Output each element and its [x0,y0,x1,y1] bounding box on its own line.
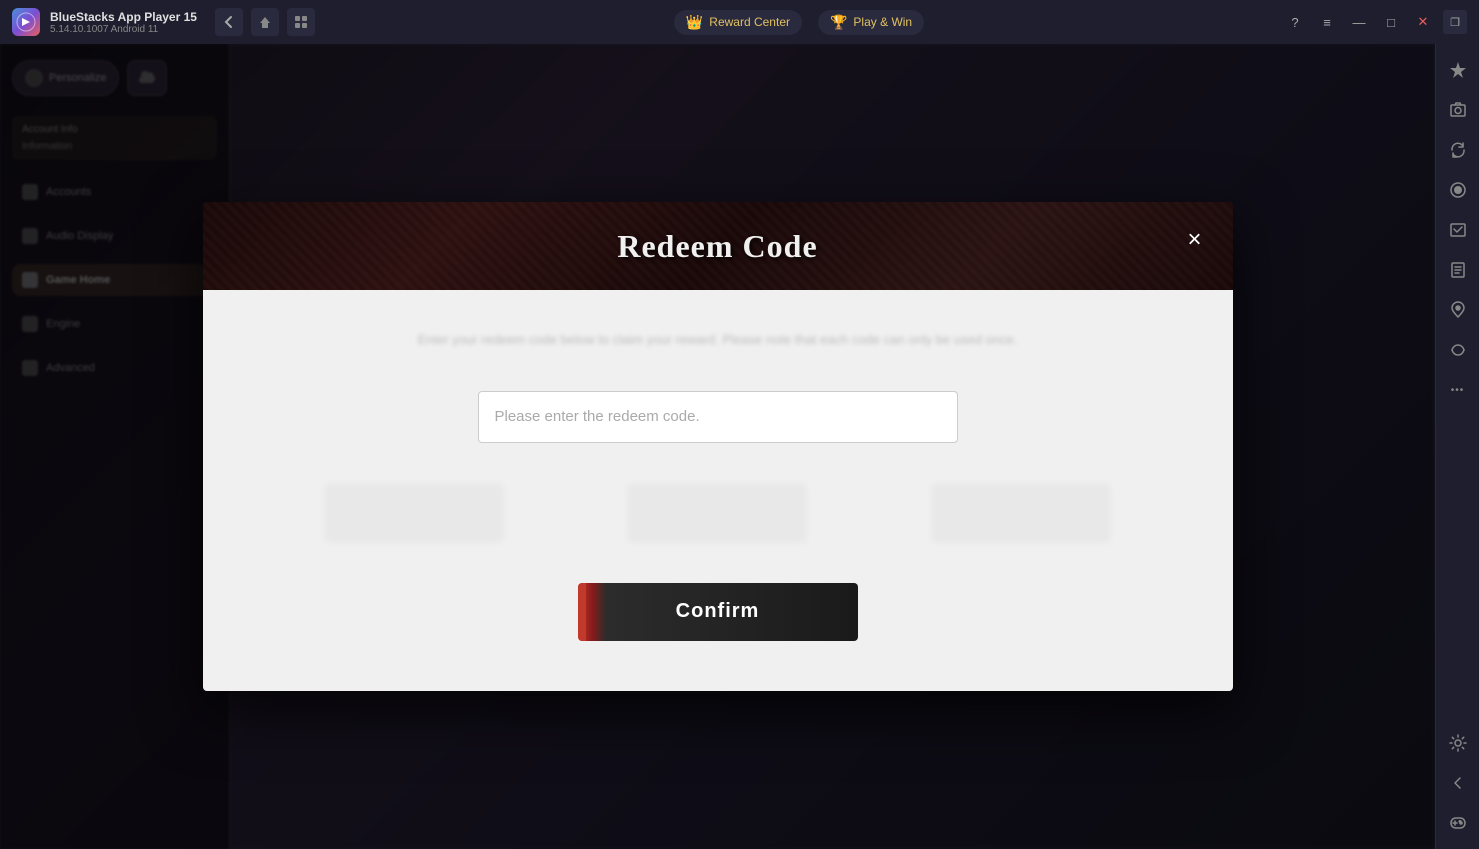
sidebar-settings-icon[interactable] [1440,725,1476,761]
home-button[interactable] [251,8,279,36]
back-button[interactable] [215,8,243,36]
reward-center-button[interactable]: 👑 Reward Center [674,10,802,35]
modal-overlay: Redeem Code × Enter your redeem code bel… [0,44,1435,849]
modal-description: Enter your redeem code below to claim yo… [263,330,1173,351]
play-win-button[interactable]: 🏆 Play & Win [818,10,924,35]
redeem-code-input[interactable] [478,391,958,443]
sidebar-record-icon[interactable] [1440,172,1476,208]
modal-close-button[interactable]: × [1177,222,1213,258]
app-title-group: BlueStacks App Player 15 5.14.10.1007 An… [50,10,197,35]
modal-header: Redeem Code × [203,202,1233,290]
sidebar-gamepad-icon[interactable] [1440,805,1476,841]
modal-body: Enter your redeem code below to claim yo… [203,290,1233,691]
sidebar-script-icon[interactable] [1440,252,1476,288]
title-bar: BlueStacks App Player 15 5.14.10.1007 An… [0,0,1479,44]
tabs-button[interactable] [287,8,315,36]
close-button[interactable]: ✕ [1411,10,1435,34]
sidebar-back-icon[interactable] [1440,765,1476,801]
right-sidebar: ••• [1435,44,1479,849]
main-content: Personalize Account Info Information Acc… [0,44,1435,849]
app-version: 5.14.10.1007 Android 11 [50,24,197,35]
sidebar-macro-icon[interactable] [1440,212,1476,248]
sidebar-more-icon[interactable]: ••• [1440,372,1476,408]
nav-buttons [215,8,315,36]
app-title: BlueStacks App Player 15 [50,10,197,24]
sidebar-shake-icon[interactable] [1440,332,1476,368]
sidebar-screenshot-icon[interactable] [1440,92,1476,128]
confirm-button[interactable]: Confirm [578,583,858,641]
restore-button[interactable]: ❐ [1443,10,1467,34]
menu-button[interactable]: ≡ [1315,10,1339,34]
sidebar-pin-icon[interactable] [1440,52,1476,88]
title-bar-center: 👑 Reward Center 🏆 Play & Win [325,10,1273,35]
sidebar-location-icon[interactable] [1440,292,1476,328]
sidebar-rotate-icon[interactable] [1440,132,1476,168]
maximize-button[interactable]: □ [1379,10,1403,34]
minimize-button[interactable]: — [1347,10,1371,34]
help-button[interactable]: ? [1283,10,1307,34]
app-logo [12,8,40,36]
modal-title: Redeem Code [617,228,817,265]
window-controls: ? ≡ — □ ✕ ❐ [1283,10,1467,34]
redeem-code-modal: Redeem Code × Enter your redeem code bel… [203,202,1233,691]
blurred-bottom-area [263,483,1173,543]
